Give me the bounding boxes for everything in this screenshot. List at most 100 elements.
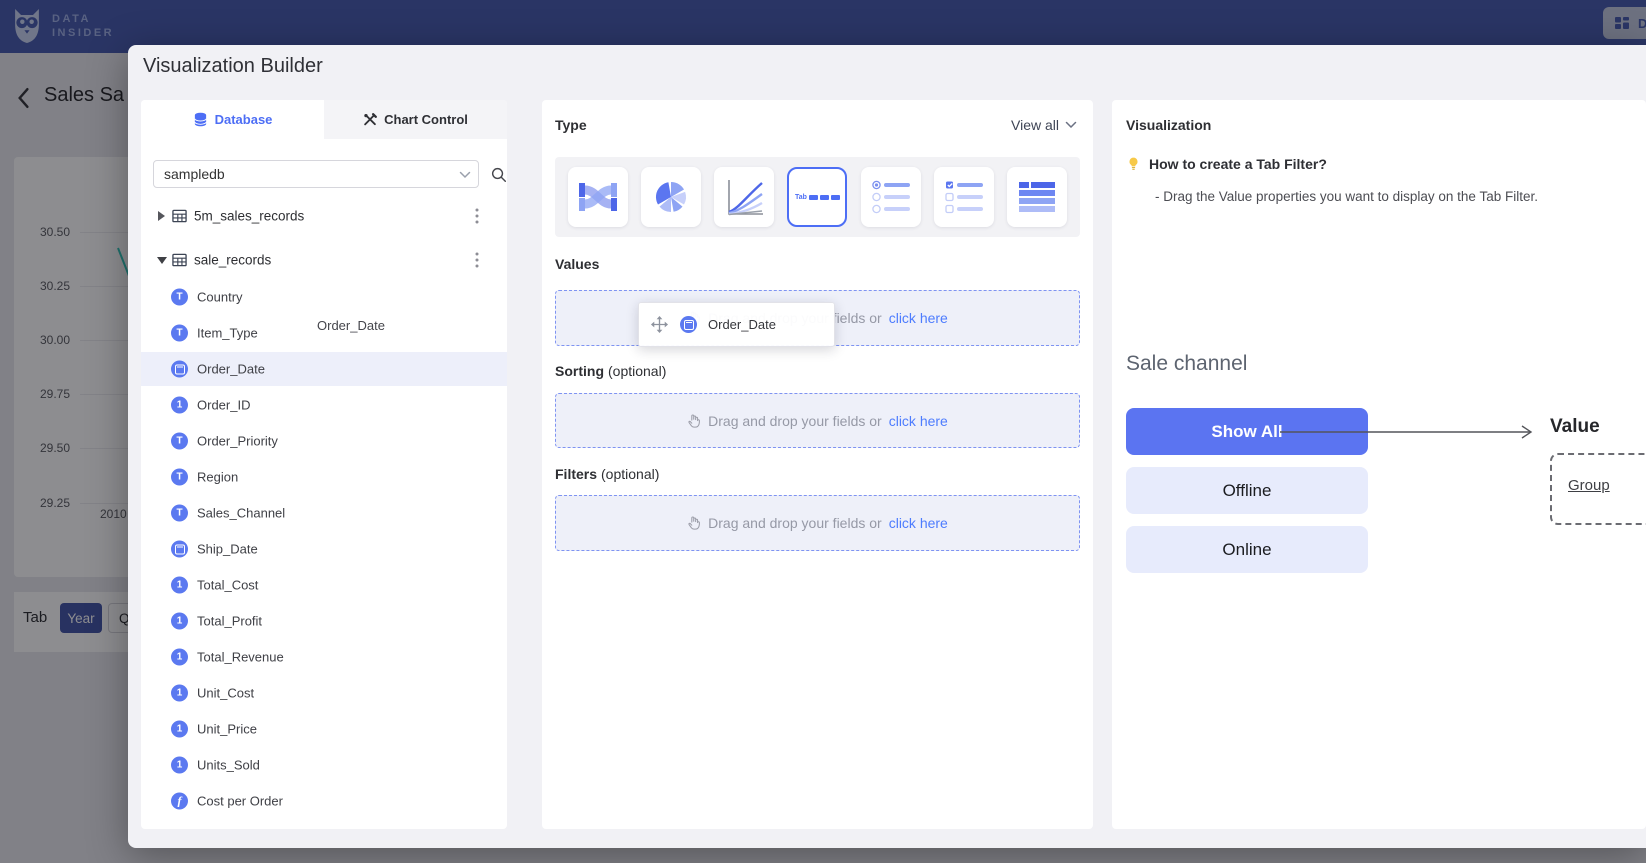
filters-dropzone[interactable]: Drag and drop your fields or click here xyxy=(555,495,1080,551)
filter-option-offline[interactable]: Offline xyxy=(1126,467,1368,514)
text-type-icon: T xyxy=(171,433,188,450)
function-type-icon: f xyxy=(171,793,188,810)
text-type-icon: T xyxy=(171,469,188,486)
drag-hand-icon xyxy=(687,515,701,531)
move-icon xyxy=(650,315,669,334)
field-row-units-sold[interactable]: 1 Units_Sold xyxy=(141,748,507,782)
filters-section-label: Filters(optional) xyxy=(555,466,659,482)
search-icon[interactable] xyxy=(490,166,507,183)
field-row-sales-channel[interactable]: T Sales_Channel xyxy=(141,496,507,530)
values-section-label: Values xyxy=(555,256,599,272)
date-type-icon xyxy=(680,316,697,333)
sorting-section-label: Sorting(optional) xyxy=(555,363,666,379)
visualization-builder-modal: Visualization Builder Database xyxy=(128,45,1646,848)
drag-source-ghost-label: Order_Date xyxy=(317,318,385,333)
annotation-arrow xyxy=(1280,423,1540,441)
line-chart-icon xyxy=(722,175,766,219)
drag-chip-label: Order_Date xyxy=(708,317,776,332)
field-row-order-priority[interactable]: T Order_Priority xyxy=(141,424,507,458)
tab-chart-control-label: Chart Control xyxy=(384,112,468,127)
dashboard-icon xyxy=(1614,15,1630,31)
field-row-region[interactable]: T Region xyxy=(141,460,507,494)
text-type-icon: T xyxy=(171,289,188,306)
click-here-link[interactable]: click here xyxy=(889,515,948,531)
field-row-total-cost[interactable]: 1 Total_Cost xyxy=(141,568,507,602)
app-logo[interactable]: DATA INSIDER xyxy=(10,6,114,46)
text-type-icon: T xyxy=(171,505,188,522)
field-row-cost-per-order[interactable]: f Cost per Order xyxy=(141,784,507,818)
sorting-dropzone[interactable]: Drag and drop your fields or click here xyxy=(555,393,1080,448)
tools-icon xyxy=(363,113,377,127)
sankey-icon xyxy=(576,175,620,219)
drag-hand-icon xyxy=(687,413,701,429)
table-chart-icon xyxy=(1015,175,1059,219)
checkbox-list-icon xyxy=(942,175,986,219)
tab-database[interactable]: Database xyxy=(141,100,324,139)
filter-option-online[interactable]: Online xyxy=(1126,526,1368,573)
tip-body: - Drag the Value properties you want to … xyxy=(1155,189,1538,204)
chart-type-table[interactable] xyxy=(1007,167,1067,227)
field-row-country[interactable]: T Country xyxy=(141,280,507,314)
field-row-unit-price[interactable]: 1 Unit_Price xyxy=(141,712,507,746)
visualization-preview-panel: Visualization How to create a Tab Filter… xyxy=(1112,100,1646,829)
number-type-icon: 1 xyxy=(171,685,188,702)
builder-panel: Type View all xyxy=(542,100,1093,829)
chart-type-tab-filter-selected[interactable]: Tab xyxy=(787,167,847,227)
chart-type-pie[interactable] xyxy=(641,167,701,227)
type-section-label: Type xyxy=(555,117,587,133)
field-row-total-profit[interactable]: 1 Total_Profit xyxy=(141,604,507,638)
tab-filter-icon: Tab xyxy=(795,194,840,201)
owl-logo-icon xyxy=(10,6,44,46)
number-type-icon: 1 xyxy=(171,757,188,774)
date-type-icon xyxy=(171,541,188,558)
number-type-icon: 1 xyxy=(171,613,188,630)
field-row-ship-date[interactable]: Ship_Date xyxy=(141,532,507,566)
database-select-input[interactable] xyxy=(153,160,479,188)
tip-title: How to create a Tab Filter? xyxy=(1149,156,1327,172)
number-type-icon: 1 xyxy=(171,397,188,414)
kebab-menu-icon[interactable] xyxy=(475,208,479,224)
annotation-value-label: Value xyxy=(1550,416,1600,438)
table-row-sale-records[interactable]: sale_records xyxy=(141,242,507,278)
chevron-down-icon[interactable] xyxy=(459,171,471,179)
table-row-5m-sales-records[interactable]: 5m_sales_records xyxy=(141,198,507,234)
table-name: sale_records xyxy=(194,253,271,268)
table-name: 5m_sales_records xyxy=(194,209,304,224)
table-icon xyxy=(172,209,187,224)
number-type-icon: 1 xyxy=(171,721,188,738)
chart-type-radio-list[interactable] xyxy=(861,167,921,227)
tab-chart-control[interactable]: Chart Control xyxy=(324,100,507,139)
screen: Sales Sa 30.50 30.25 30.00 29.75 29.50 2… xyxy=(0,0,1646,863)
app-name: DATA INSIDER xyxy=(52,12,114,40)
view-all-dropdown[interactable]: View all xyxy=(1011,117,1077,133)
chart-type-checkbox-list[interactable] xyxy=(934,167,994,227)
dropzone-placeholder: Drag and drop your fields or xyxy=(708,515,882,531)
tip-row: How to create a Tab Filter? xyxy=(1126,156,1327,172)
tab-database-label: Database xyxy=(215,112,273,127)
annotation-group-box: Group xyxy=(1550,453,1646,525)
chart-type-sankey[interactable] xyxy=(568,167,628,227)
field-row-unit-cost[interactable]: 1 Unit_Cost xyxy=(141,676,507,710)
number-type-icon: 1 xyxy=(171,649,188,666)
date-type-icon xyxy=(171,361,188,378)
field-row-order-date[interactable]: Order_Date xyxy=(141,352,507,386)
lightbulb-icon xyxy=(1126,156,1141,172)
field-row-order-id[interactable]: 1 Order_ID xyxy=(141,388,507,422)
caret-right-icon[interactable] xyxy=(157,211,165,221)
kebab-menu-icon[interactable] xyxy=(475,252,479,268)
view-all-label: View all xyxy=(1011,117,1059,133)
text-type-icon: T xyxy=(171,325,188,342)
caret-down-icon[interactable] xyxy=(157,256,167,264)
chart-type-line[interactable] xyxy=(714,167,774,227)
drag-ghost-chip: Order_Date xyxy=(638,302,835,347)
database-icon xyxy=(193,112,208,127)
left-panel-tabbar: Database Chart Control xyxy=(141,100,507,139)
chevron-down-icon xyxy=(1065,121,1077,129)
click-here-link[interactable]: click here xyxy=(889,310,948,326)
widget-title: Sale channel xyxy=(1126,352,1247,376)
annotation-group-label[interactable]: Group xyxy=(1568,477,1610,494)
pie-chart-icon xyxy=(649,175,693,219)
click-here-link[interactable]: click here xyxy=(889,413,948,429)
dashboard-nav-button[interactable]: D xyxy=(1603,7,1646,39)
field-row-total-revenue[interactable]: 1 Total_Revenue xyxy=(141,640,507,674)
